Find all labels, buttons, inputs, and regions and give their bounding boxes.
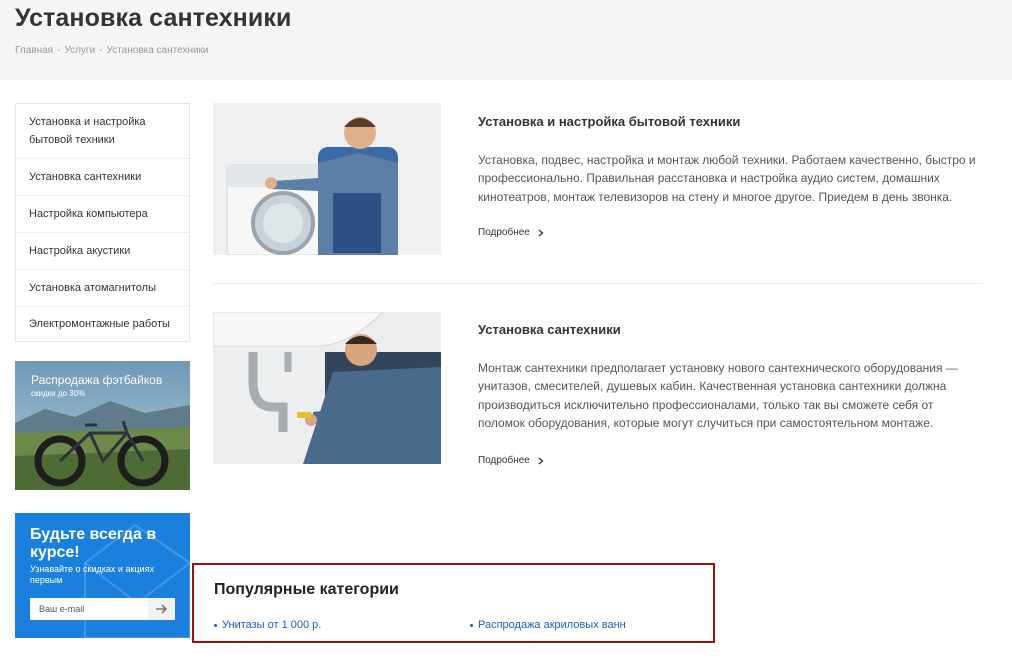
divider [213, 283, 983, 284]
service-image[interactable] [213, 312, 441, 464]
service-description: Установка, подвес, настройка и монтаж лю… [478, 153, 976, 204]
promo-subtitle: скидки до 30% [31, 389, 86, 398]
breadcrumb-current: Установка сантехники [106, 45, 209, 56]
category-link-label: Распродажа акриловых ванн [478, 619, 626, 631]
service-description: Монтаж сантехники предполагает установку… [478, 361, 958, 430]
breadcrumb-services[interactable]: Услуги [64, 45, 95, 56]
chevron-right-icon [538, 457, 544, 464]
breadcrumb-separator: - [99, 45, 103, 56]
sidebar-item-label: Установка сантехники [29, 171, 142, 183]
arrow-right-icon [155, 604, 167, 614]
sidebar-item-acoustics[interactable]: Настройка акустики [16, 232, 189, 269]
sidebar-item-car-radio[interactable]: Установка атомагнитолы [16, 269, 189, 306]
page-title: Установка сантехники [15, 4, 292, 32]
subscribe-subtitle: Узнавайте о скидках и акциях первым [30, 564, 154, 585]
appliance-technician-photo [213, 103, 441, 255]
category-link-label: Унитазы от 1 000 р. [222, 619, 322, 631]
email-field[interactable] [30, 598, 148, 620]
sidebar-item-label: Электромонтажные работы [29, 318, 170, 330]
service-title[interactable]: Установка сантехники [478, 322, 621, 337]
chevron-right-icon [538, 229, 544, 236]
page-header: Установка сантехники Главная - Услуги - … [0, 0, 1012, 80]
popular-categories-title: Популярные категории [214, 581, 399, 598]
sidebar-item-label: Настройка компьютера [29, 208, 148, 220]
bullet-icon [470, 623, 473, 627]
sidebar-item-label: Установка и настройка бытовой техники [29, 116, 146, 146]
sidebar-item-electrical[interactable]: Электромонтажные работы [16, 306, 189, 341]
sidebar-item-label: Установка атомагнитолы [29, 282, 156, 294]
breadcrumb: Главная - Услуги - Установка сантехники [15, 45, 209, 56]
service-card-plumbing: Установка сантехники Монтаж сантехники п… [213, 312, 983, 472]
breadcrumb-separator: - [57, 45, 61, 56]
category-link-acrylic-baths[interactable]: Распродажа акриловых ванн [470, 619, 626, 631]
more-link[interactable]: Подробнее [478, 455, 544, 466]
sidebar-item-appliances[interactable]: Установка и настройка бытовой техники [16, 104, 189, 158]
more-link-label: Подробнее [478, 455, 530, 466]
sidebar-item-label: Настройка акустики [29, 245, 131, 257]
promo-banner[interactable]: Распродажа фэтбайков скидки до 30% [15, 361, 190, 490]
sidebar-item-computer[interactable]: Настройка компьютера [16, 195, 189, 232]
service-title[interactable]: Установка и настройка бытовой техники [478, 114, 740, 129]
subscribe-block: Будьте всегда в курсе! Узнавайте о скидк… [15, 513, 190, 638]
subscribe-title: Будьте всегда в курсе! [30, 526, 157, 561]
promo-title: Распродажа фэтбайков [31, 373, 163, 387]
breadcrumb-home[interactable]: Главная [15, 45, 53, 56]
sidebar-menu: Установка и настройка бытовой техники Ус… [15, 103, 190, 342]
sidebar-item-plumbing[interactable]: Установка сантехники [16, 158, 189, 195]
bullet-icon [214, 623, 217, 627]
popular-categories: Популярные категории Унитазы от 1 000 р.… [192, 563, 715, 643]
service-card-appliances: Установка и настройка бытовой техники Ус… [213, 103, 983, 258]
subscribe-submit-button[interactable] [148, 598, 175, 620]
category-link-toilets[interactable]: Унитазы от 1 000 р. [214, 619, 321, 631]
plumber-photo [213, 312, 441, 464]
more-link[interactable]: Подробнее [478, 227, 544, 238]
more-link-label: Подробнее [478, 227, 530, 238]
service-image[interactable] [213, 103, 441, 255]
